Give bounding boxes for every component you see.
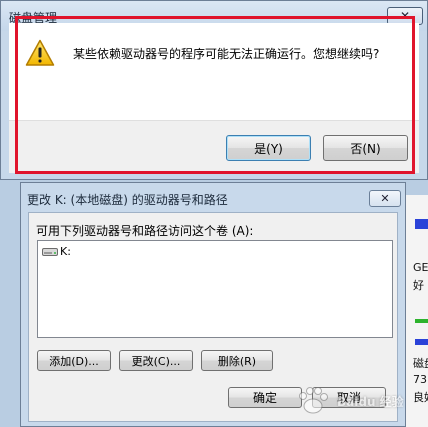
background-disk-management-window: GE 好 ( 磁盘 73 良好 [404, 195, 428, 427]
bg-text-disk: 磁盘 [413, 357, 428, 370]
add-button[interactable]: 添加(D)... [37, 350, 111, 371]
close-icon: ✕ [380, 192, 390, 205]
change-drive-letter-dialog: 更改 K: (本地磁盘) 的驱动器号和路径 ✕ 可用下列驱动器号和路径访问这个卷… [20, 182, 406, 427]
dialog-message: 某些依赖驱动器号的程序可能无法正确运行。您想继续吗? [73, 47, 380, 61]
list-item[interactable]: K: [42, 245, 71, 258]
path-label: K: [60, 245, 71, 258]
confirmation-dialog: 磁盘管理 ✕ 某些依赖驱动器号的程序可能无法正确运行。您想继续吗? 是(Y) 否… [0, 0, 428, 180]
ok-button[interactable]: 确定 [228, 387, 302, 408]
bg-text-good: 良好 [413, 391, 428, 404]
close-icon: ✕ [399, 9, 411, 23]
close-button[interactable]: ✕ [369, 190, 401, 207]
dialog-title: 更改 K: (本地磁盘) 的驱动器号和路径 [27, 193, 228, 207]
no-button[interactable]: 否(N) [323, 135, 408, 161]
dialog-body: 可用下列驱动器号和路径访问这个卷 (A): K: 添加(D)... 更改(C).… [28, 212, 398, 422]
disk-bar-blue-2 [415, 339, 428, 345]
cancel-button[interactable]: 取消 [312, 387, 386, 408]
bg-text-size: GE [413, 261, 428, 274]
change-button[interactable]: 更改(C)... [119, 350, 193, 371]
disk-bar-blue [415, 219, 428, 229]
bg-text-status: 好 ( [413, 279, 428, 292]
yes-button[interactable]: 是(Y) [226, 135, 311, 161]
disk-bar-green [415, 319, 428, 323]
remove-button[interactable]: 删除(R) [201, 350, 273, 371]
warning-icon [25, 39, 55, 66]
paths-listbox[interactable]: K: [37, 240, 393, 338]
paths-list-label: 可用下列驱动器号和路径访问这个卷 (A): [36, 224, 254, 238]
bg-text-number: 73 [413, 373, 427, 386]
drive-icon [42, 247, 58, 256]
